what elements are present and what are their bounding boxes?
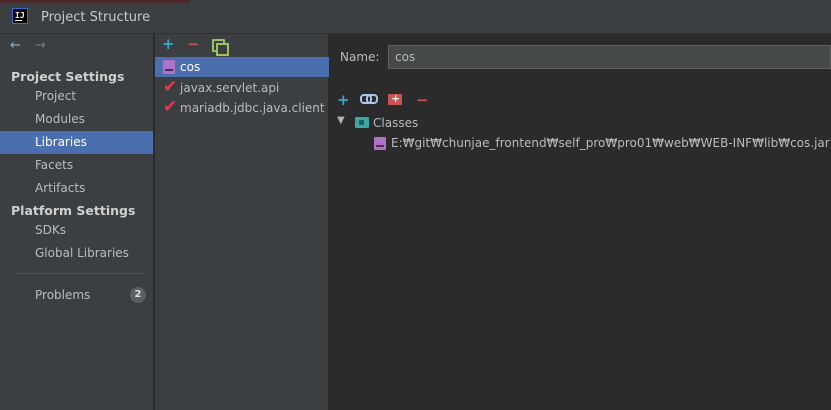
sidebar-item-modules[interactable]: Modules: [0, 108, 153, 131]
settings-sidebar: ← → Project Settings Project Modules Lib…: [0, 34, 154, 410]
library-name-field[interactable]: [388, 45, 831, 69]
classes-folder-icon: [355, 117, 369, 128]
add-folder-icon[interactable]: [388, 91, 402, 107]
sidebar-item-project[interactable]: Project: [0, 85, 153, 108]
remove-root-icon[interactable]: −: [416, 92, 429, 108]
remove-library-icon[interactable]: −: [187, 36, 200, 52]
back-arrow-icon[interactable]: ←: [10, 39, 21, 52]
library-item-javax-servlet-api[interactable]: ✔ javax.servlet.api: [155, 77, 329, 98]
window-title: Project Structure: [41, 10, 151, 25]
top-strip: [0, 0, 190, 3]
platform-settings-header: Platform Settings: [11, 203, 136, 218]
problems-count-badge: 2: [130, 287, 146, 303]
classes-node[interactable]: Classes: [373, 116, 418, 130]
library-label: javax.servlet.api: [180, 81, 280, 95]
intellij-logo-icon: IJ: [12, 8, 28, 24]
sidebar-item-facets[interactable]: Facets: [0, 154, 153, 177]
library-item-mariadb-jdbc[interactable]: ✔ mariadb.jdbc.java.client: [155, 97, 329, 118]
library-list-panel: + − cos ✔ javax.servlet.api ✔ mariadb.jd…: [155, 34, 329, 410]
sidebar-item-libraries[interactable]: Libraries: [0, 131, 153, 154]
library-item-cos[interactable]: cos: [155, 57, 329, 77]
sidebar-item-sdks[interactable]: SDKs: [0, 219, 153, 242]
add-library-icon[interactable]: +: [162, 36, 175, 52]
name-label: Name:: [340, 50, 380, 64]
forward-arrow-icon[interactable]: →: [35, 39, 46, 52]
jar-file-icon: [374, 137, 386, 150]
maven-check-icon: ✔: [163, 77, 178, 97]
library-label: cos: [180, 60, 201, 74]
add-root-icon[interactable]: +: [337, 92, 350, 108]
jar-icon: [163, 60, 175, 74]
library-detail-panel: Name: + − ▼ Classes E:₩git₩chunjae_front…: [330, 34, 831, 410]
copy-library-icon[interactable]: [212, 39, 229, 56]
chevron-down-icon[interactable]: ▼: [337, 115, 345, 126]
sidebar-item-global-libraries[interactable]: Global Libraries: [0, 242, 153, 265]
maven-check-icon: ✔: [163, 97, 178, 117]
title-bar: IJ Project Structure: [0, 0, 831, 34]
class-path-entry[interactable]: E:₩git₩chunjae_frontend₩self_pro₩pro01₩w…: [391, 136, 830, 150]
library-label: mariadb.jdbc.java.client: [180, 101, 325, 115]
project-settings-header: Project Settings: [11, 69, 125, 84]
sidebar-divider: [15, 273, 145, 274]
attach-link-icon[interactable]: [360, 94, 378, 104]
sidebar-item-artifacts[interactable]: Artifacts: [0, 177, 153, 200]
